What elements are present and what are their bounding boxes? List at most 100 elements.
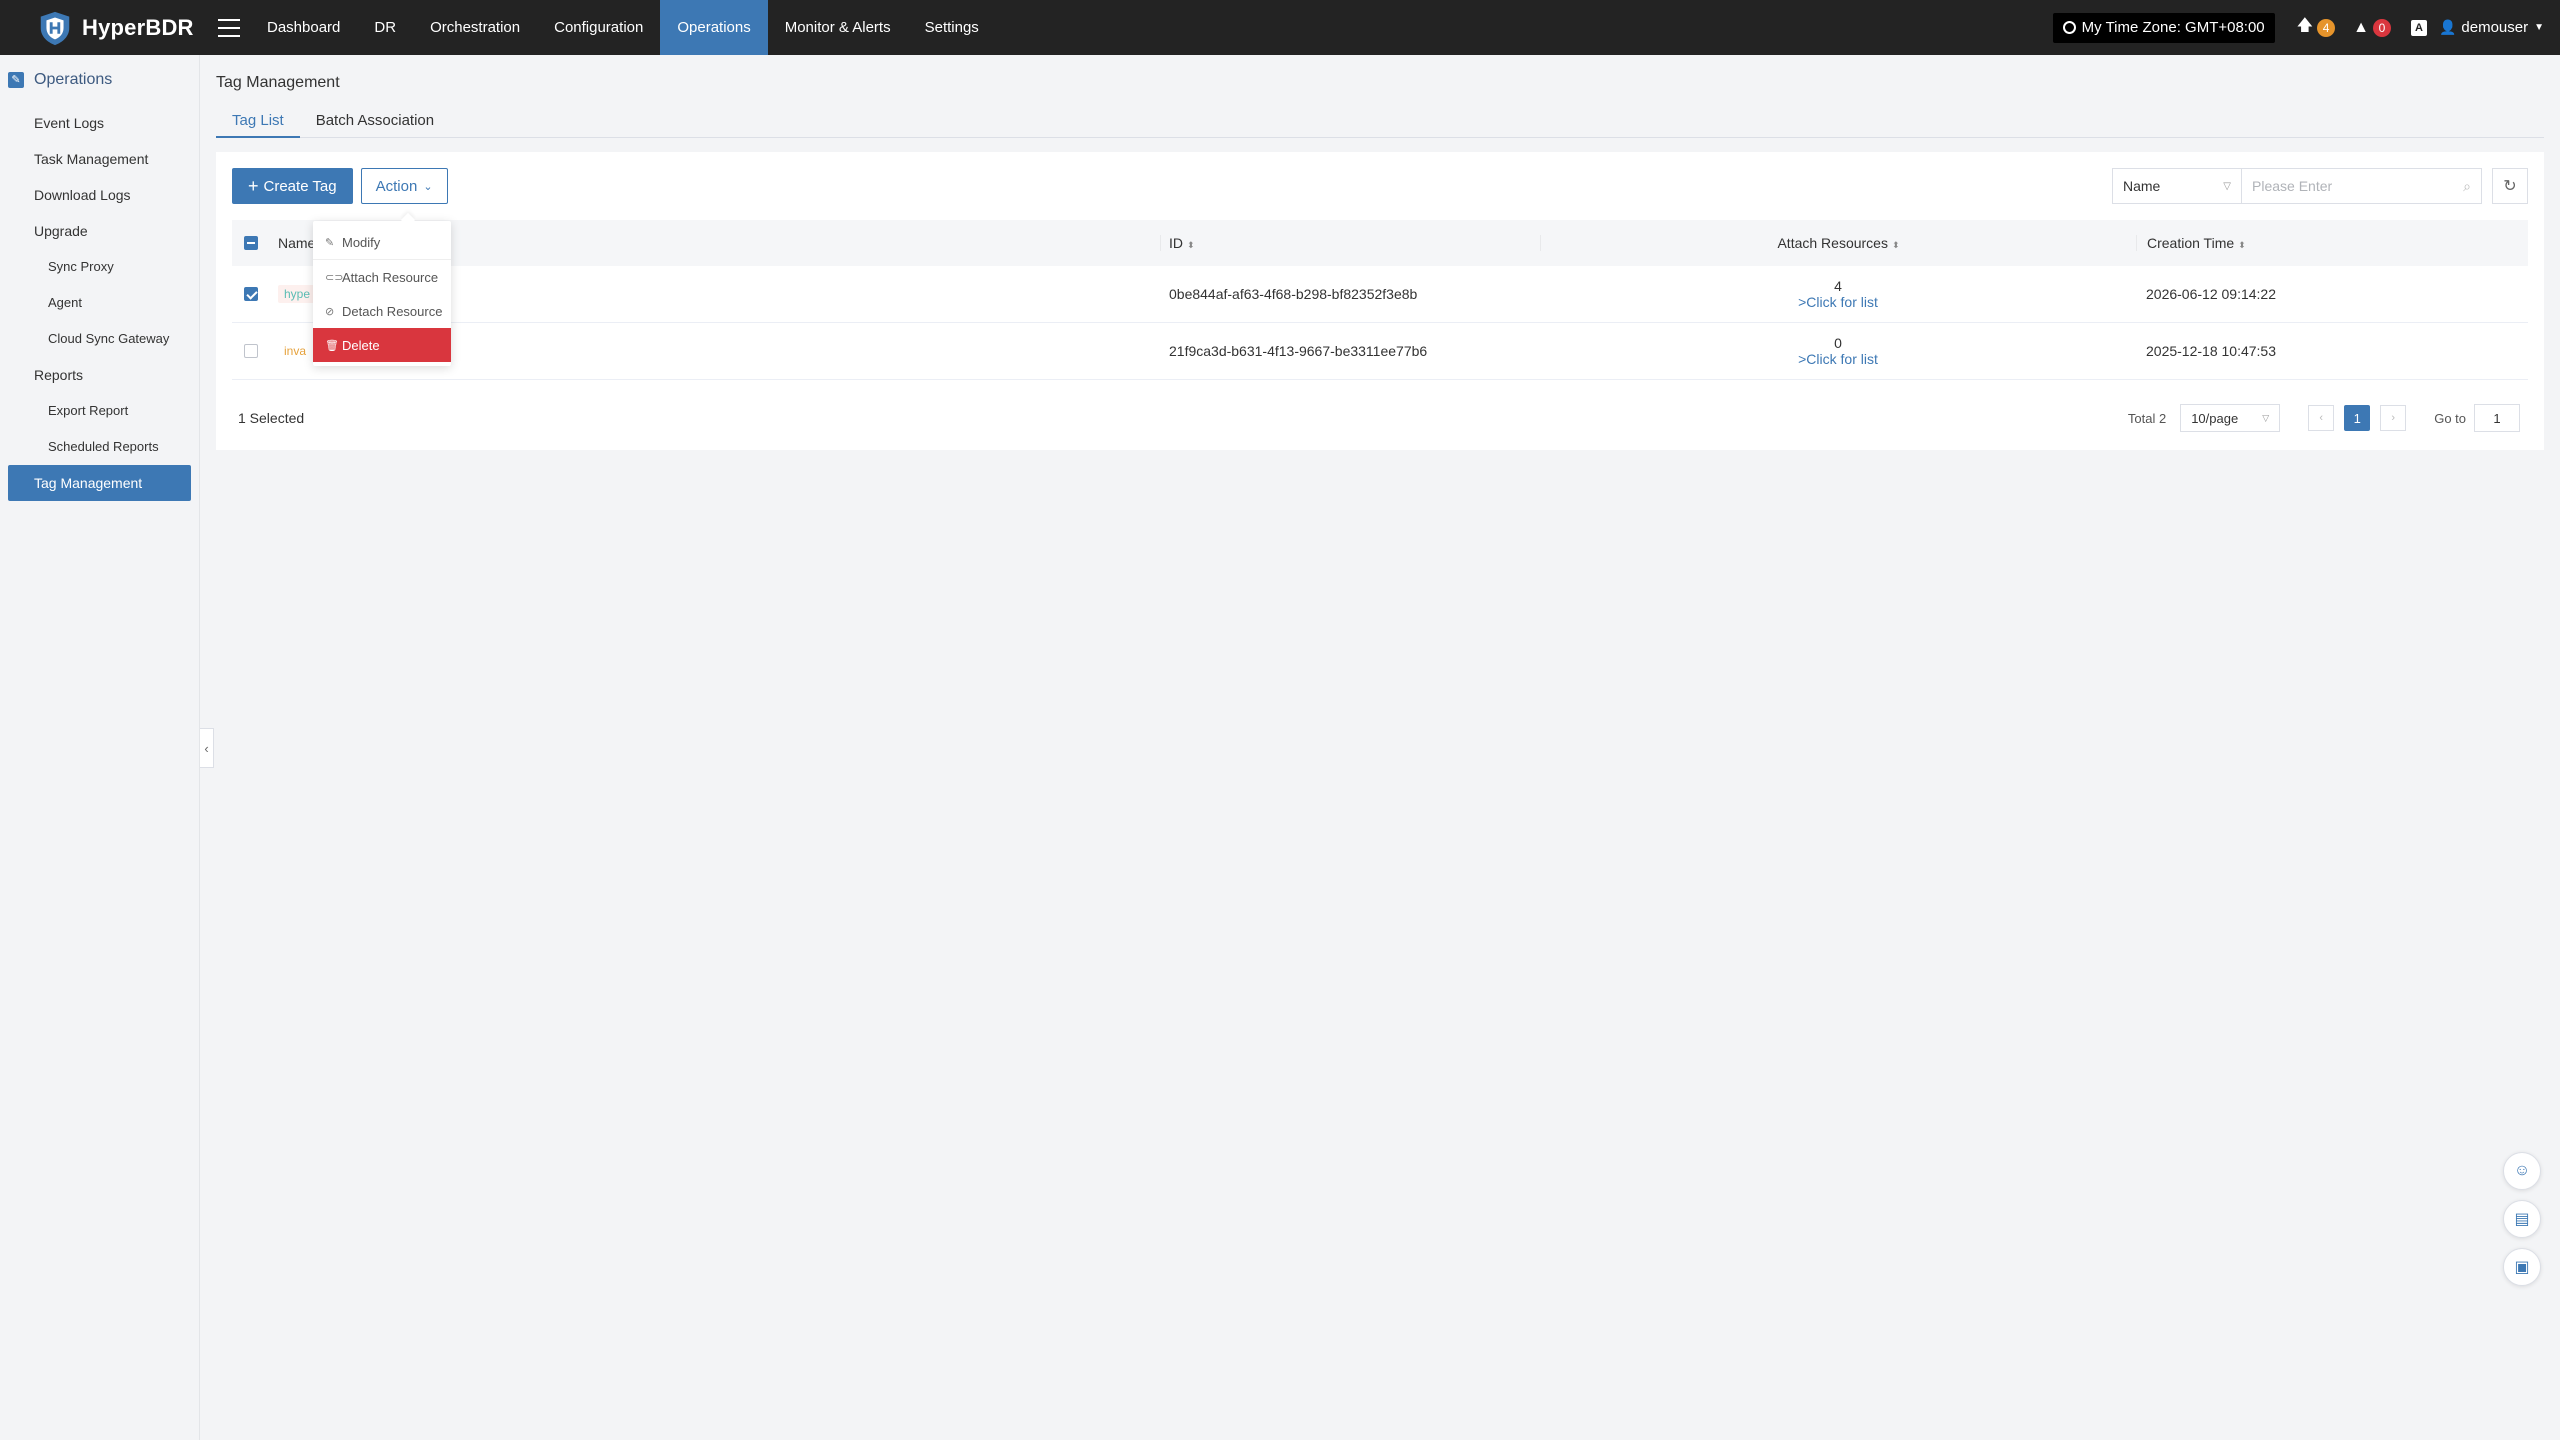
clipboard-button[interactable]: ▣ [2503, 1248, 2541, 1286]
attach-count: 0 [1834, 335, 1842, 351]
column-id-label: ID [1169, 235, 1183, 251]
nav-configuration[interactable]: Configuration [537, 0, 660, 55]
table-footer: 1 Selected Total 2 10/page ▽ ‹ 1 › Go to [216, 404, 2544, 432]
caret-down-icon: ▼ [2534, 22, 2544, 33]
goto-page-input[interactable] [2474, 404, 2520, 432]
sidebar-item-task-management[interactable]: Task Management [0, 141, 199, 177]
sidebar-item-download-logs[interactable]: Download Logs [0, 177, 199, 213]
column-header-creation-time[interactable]: Creation Time ⬍ [2136, 235, 2528, 251]
upload-arrow-icon: 🡅 [2296, 17, 2314, 34]
tag-id: 0be844af-af63-4f68-b298-bf82352f3e8b [1160, 286, 1540, 302]
menu-item-modify[interactable]: ✎ Modify [313, 225, 451, 259]
menu-toggle-icon[interactable] [218, 18, 240, 37]
sort-icon: ⬍ [1187, 240, 1195, 250]
chevron-down-icon: ▽ [2262, 412, 2270, 423]
nav-dr[interactable]: DR [357, 0, 413, 55]
timezone-display[interactable]: My Time Zone: GMT+08:00 [2052, 12, 2275, 43]
menu-item-delete[interactable]: 🗑 Delete [313, 328, 451, 362]
chevron-down-icon: ⌄ [423, 180, 433, 193]
attach-list-link[interactable]: >Click for list [1540, 351, 2136, 367]
menu-item-label: Delete [342, 337, 380, 353]
nav-dashboard[interactable]: Dashboard [250, 0, 357, 55]
nav-settings[interactable]: Settings [908, 0, 996, 55]
sidebar-item-reports[interactable]: Reports [0, 357, 199, 393]
create-tag-button[interactable]: + Create Tag [232, 168, 353, 204]
row-checkbox[interactable] [244, 287, 258, 301]
pagination: Total 2 10/page ▽ ‹ 1 › Go to [2128, 404, 2520, 432]
nav-operations[interactable]: Operations [660, 0, 768, 55]
sidebar-item-scheduled-reports[interactable]: Scheduled Reports [0, 429, 199, 465]
book-icon: ▤ [2514, 1211, 2530, 1228]
toolbar: + Create Tag Action ⌄ Name ▽ ⌕ ↻ [216, 152, 2544, 204]
action-dropdown-button[interactable]: Action ⌄ [360, 168, 448, 204]
sidebar-item-tag-management[interactable]: Tag Management [8, 465, 191, 501]
sidebar-item-export-report[interactable]: Export Report [0, 393, 199, 429]
main-content: Tag Management Tag List Batch Associatio… [216, 55, 2544, 450]
page-size-select[interactable]: 10/page ▽ [2180, 404, 2281, 432]
total-count: Total 2 [2127, 410, 2167, 426]
tag-name: hype [278, 285, 317, 303]
tab-batch-association[interactable]: Batch Association [300, 108, 450, 138]
page-number-current[interactable]: 1 [2344, 405, 2371, 431]
chevron-right-icon: › [2391, 412, 2396, 424]
filter-field-value: Name [2123, 178, 2161, 194]
row-checkbox[interactable] [244, 344, 258, 358]
column-attach-label: Attach Resources [1777, 235, 1888, 251]
plus-icon: + [248, 175, 259, 196]
chevron-down-icon: ▽ [2223, 180, 2231, 192]
table-header: Name ID ⬍ Attach Resources ⬍ Creation Time… [232, 220, 2528, 266]
unlink-icon: ⊘ [325, 305, 335, 318]
create-tag-label: Create Tag [263, 177, 337, 195]
refresh-button[interactable]: ↻ [2492, 168, 2528, 204]
clipboard-icon: ▣ [2514, 1259, 2530, 1276]
search-box: ⌕ [2242, 168, 2482, 204]
user-menu[interactable]: 👤 demouser ▼ [2439, 19, 2544, 36]
tab-tag-list[interactable]: Tag List [216, 108, 300, 138]
menu-item-attach-resource[interactable]: ⊂⊃ Attach Resource [313, 260, 451, 294]
trash-icon: 🗑 [325, 339, 339, 352]
warning-icon: ▲ [2353, 18, 2369, 36]
sidebar-item-sync-proxy[interactable]: Sync Proxy [0, 249, 199, 285]
selected-count: 1 Selected [238, 410, 305, 426]
select-all-checkbox[interactable] [244, 236, 258, 250]
filter-field-select[interactable]: Name ▽ [2112, 168, 2242, 204]
sort-icon: ⬍ [2238, 240, 2246, 250]
sidebar-collapse-button[interactable]: ‹ [200, 728, 214, 768]
link-icon: ⊂⊃ [325, 271, 344, 284]
creation-time: 2026-06-12 09:14:22 [2146, 286, 2276, 302]
column-time-label: Creation Time [2147, 235, 2235, 251]
sort-icon: ⬍ [1891, 240, 1900, 250]
menu-item-label: Modify [342, 234, 381, 250]
logo[interactable]: HyperBDR [36, 9, 198, 47]
column-header-id[interactable]: ID ⬍ [1160, 235, 1540, 251]
alert-notifications[interactable]: ▲ 0 [2353, 18, 2391, 37]
sidebar-item-cloud-sync-gateway[interactable]: Cloud Sync Gateway [0, 321, 199, 357]
sidebar-title: ✎ Operations [0, 55, 199, 105]
nav-orchestration[interactable]: Orchestration [413, 0, 537, 55]
search-icon[interactable]: ⌕ [2463, 178, 2471, 195]
sidebar-item-event-logs[interactable]: Event Logs [0, 105, 199, 141]
attach-list-link[interactable]: >Click for list [1540, 294, 2136, 310]
sidebar-title-label: Operations [34, 71, 113, 88]
menu-item-detach-resource[interactable]: ⊘ Detach Resource [313, 294, 451, 328]
creation-time: 2025-12-18 10:47:53 [2146, 343, 2276, 359]
documentation-button[interactable]: ▤ [2503, 1200, 2541, 1238]
upgrade-notifications[interactable]: 🡅 4 [2296, 14, 2336, 41]
table-row[interactable]: hype 0be844af-af63-4f68-b298-bf82352f3e8… [232, 266, 2528, 323]
chat-assistant-button[interactable]: ☺ [2503, 1152, 2541, 1190]
page-size-value: 10/page [2191, 410, 2239, 426]
edit-icon: ✎ [325, 236, 335, 249]
upgrade-count-badge: 4 [2317, 18, 2336, 37]
nav-monitor-alerts[interactable]: Monitor & Alerts [768, 0, 908, 55]
next-page-button[interactable]: › [2380, 405, 2407, 431]
sidebar-item-upgrade[interactable]: Upgrade [0, 213, 199, 249]
table-row[interactable]: inva 21f9ca3d-b631-4f13-9667-be3311ee77b… [232, 323, 2528, 380]
action-dropdown-menu: ✎ Modify ⊂⊃ Attach Resource ⊘ Detach Res… [313, 221, 451, 366]
column-header-attach-resources[interactable]: Attach Resources ⬍ [1540, 235, 2136, 251]
language-icon[interactable]: A [2410, 19, 2427, 36]
prev-page-button[interactable]: ‹ [2308, 405, 2335, 431]
sidebar-item-agent[interactable]: Agent [0, 285, 199, 321]
tag-table: Name ID ⬍ Attach Resources ⬍ Creation Time… [232, 220, 2528, 380]
search-input[interactable] [2252, 178, 2442, 194]
operations-icon: ✎ [8, 72, 24, 88]
